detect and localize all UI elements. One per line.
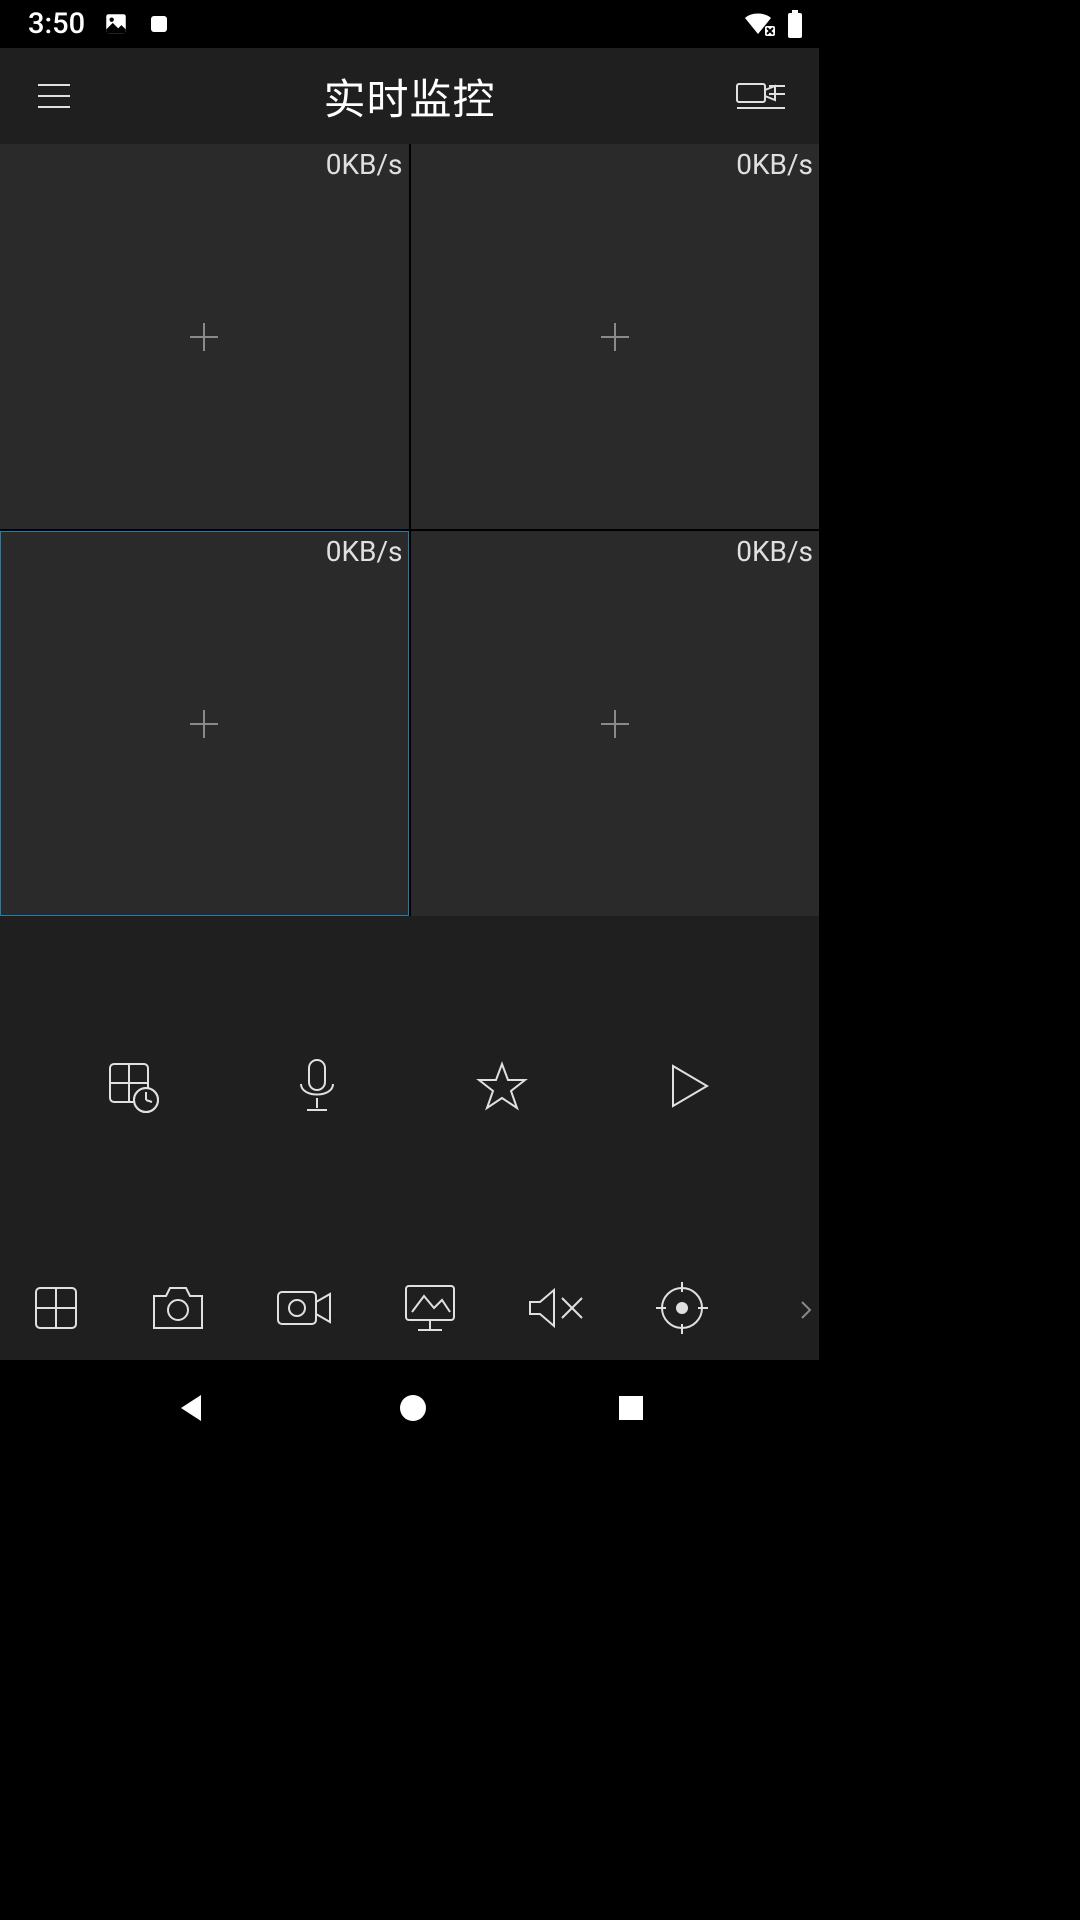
play-button[interactable] bbox=[657, 1058, 717, 1114]
nav-home-button[interactable] bbox=[398, 1393, 428, 1423]
bottom-toolbar bbox=[0, 1260, 819, 1360]
camera-grid: 0KB/s 0KB/s 0KB/s 0KB/s bbox=[0, 144, 819, 916]
system-nav-bar bbox=[0, 1360, 819, 1456]
bitrate-label: 0KB/s bbox=[326, 535, 403, 568]
video-record-icon bbox=[274, 1284, 334, 1332]
bitrate-label: 0KB/s bbox=[326, 148, 403, 181]
snapshot-button[interactable] bbox=[150, 1284, 206, 1332]
grid-timeline-button[interactable] bbox=[102, 1058, 162, 1114]
bitrate-label: 0KB/s bbox=[736, 535, 813, 568]
camera-slot-1[interactable]: 0KB/s bbox=[0, 144, 409, 529]
favorite-button[interactable] bbox=[472, 1058, 532, 1114]
plus-icon bbox=[595, 317, 635, 357]
status-bar: 3:50 bbox=[0, 0, 819, 48]
quick-actions-row bbox=[0, 916, 819, 1176]
status-time: 3:50 bbox=[28, 7, 85, 41]
microphone-button[interactable] bbox=[287, 1056, 347, 1116]
square-icon bbox=[147, 12, 171, 36]
app-root: 3:50 bbox=[0, 0, 819, 1456]
mute-button[interactable] bbox=[526, 1284, 586, 1332]
status-right bbox=[745, 10, 803, 38]
battery-icon bbox=[787, 10, 803, 38]
nav-back-icon bbox=[175, 1391, 209, 1425]
camera-icon bbox=[150, 1284, 206, 1332]
camera-slot-3[interactable]: 0KB/s bbox=[0, 531, 409, 916]
mute-icon bbox=[526, 1284, 586, 1332]
ptz-target-button[interactable] bbox=[654, 1280, 710, 1336]
wifi-error-icon bbox=[745, 12, 775, 36]
controls-area bbox=[0, 916, 819, 1360]
status-left: 3:50 bbox=[28, 7, 171, 41]
nav-back-button[interactable] bbox=[175, 1391, 209, 1425]
star-icon bbox=[474, 1058, 530, 1114]
camera-list-button[interactable] bbox=[735, 74, 787, 118]
menu-button[interactable] bbox=[32, 74, 76, 118]
nav-recent-icon bbox=[617, 1394, 645, 1422]
plus-icon bbox=[595, 704, 635, 744]
bitrate-label: 0KB/s bbox=[736, 148, 813, 181]
menu-icon bbox=[32, 74, 76, 118]
screen-stream-button[interactable] bbox=[402, 1282, 458, 1334]
camera-list-icon bbox=[735, 74, 787, 118]
page-title: 实时监控 bbox=[323, 66, 495, 127]
target-icon bbox=[654, 1280, 710, 1336]
more-tools-button[interactable] bbox=[799, 1298, 813, 1322]
grid-clock-icon bbox=[104, 1058, 160, 1114]
image-icon bbox=[103, 11, 129, 37]
camera-slot-4[interactable]: 0KB/s bbox=[411, 531, 820, 916]
grid-icon bbox=[30, 1282, 82, 1334]
play-icon bbox=[659, 1058, 715, 1114]
header: 实时监控 bbox=[0, 48, 819, 144]
record-button[interactable] bbox=[274, 1284, 334, 1332]
grid-layout-button[interactable] bbox=[30, 1282, 82, 1334]
plus-icon bbox=[184, 317, 224, 357]
chevron-right-icon bbox=[799, 1298, 813, 1322]
nav-recent-button[interactable] bbox=[617, 1394, 645, 1422]
screen-stream-icon bbox=[402, 1282, 458, 1334]
plus-icon bbox=[184, 704, 224, 744]
nav-home-icon bbox=[398, 1393, 428, 1423]
camera-slot-2[interactable]: 0KB/s bbox=[411, 144, 820, 529]
microphone-icon bbox=[289, 1056, 345, 1116]
